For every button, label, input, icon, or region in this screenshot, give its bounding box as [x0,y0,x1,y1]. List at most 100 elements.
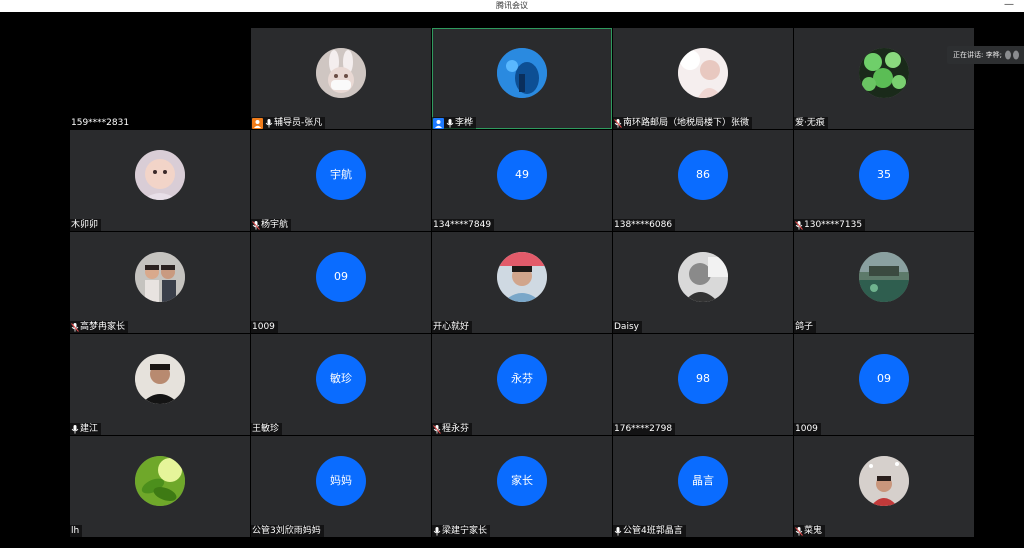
participant-tile[interactable]: 开心就好 [432,232,612,333]
participant-tile[interactable]: 家长 梁建宁家长 [432,436,612,537]
participant-name: 辅导员-张凡 [274,118,323,128]
participant-name: Daisy [614,322,639,332]
bw-portrait-photo [678,252,728,302]
girl-light-photo [678,48,728,98]
microphone-icon [433,526,441,536]
participant-name: 李桦 [455,118,474,128]
participant-tile[interactable]: 高梦冉家长 [70,232,250,333]
text-avatar: 09 [316,252,366,302]
participant-tile[interactable]: 永芬 程永芬 [432,334,612,435]
nameplate: 138****6086 [613,219,676,231]
participant-tile[interactable]: 98 176****2798 [613,334,793,435]
avatar [678,48,728,98]
participant-name: 138****6086 [614,220,673,230]
participant-name: 梁建宁家长 [442,526,488,536]
microphone-muted-icon [252,220,260,230]
text-avatar: 35 [859,150,909,200]
nameplate: 134****7849 [432,219,495,231]
participant-name: 建江 [80,424,99,434]
man-photo [497,252,547,302]
participant-tile[interactable]: 菜鬼 [794,436,974,537]
baby-photo [135,150,185,200]
participant-tile[interactable]: 宇航杨宇航 [251,130,431,231]
participant-tile[interactable]: 爱·无痕 [794,28,974,129]
participant-tile[interactable]: 建江 [70,334,250,435]
speaking-indicator: 正在讲话: 李桦; [947,46,1024,64]
participant-tile[interactable]: 木卯卯 [70,130,250,231]
sound-wave-icon [1005,50,1019,60]
tea-leaves-photo [135,456,185,506]
participant-name: 公管4班郭晶言 [623,526,683,536]
nameplate: 鸽子 [794,321,817,333]
avatar [135,150,185,200]
text-avatar: 98 [678,354,728,404]
participant-name: 南环路邮局（地税局楼下）张微 [623,118,750,128]
window-title: 腾讯会议 [496,1,528,10]
microphone-muted-icon [795,526,803,536]
participant-tile[interactable]: 妈妈 公管3刘欣雨妈妈 [251,436,431,537]
microphone-icon [446,118,454,128]
participant-name: 159****2831 [71,118,130,128]
nameplate: 1009 [794,423,821,435]
speaking-label: 正在讲话: 李桦; [953,51,1002,59]
nameplate: 爱·无痕 [794,117,828,129]
participant-name: 王敏珍 [252,424,280,434]
nameplate: 公管3刘欣雨妈妈 [251,525,324,537]
nameplate: 辅导员-张凡 [251,117,326,129]
nameplate: 公管4班郭晶言 [613,525,686,537]
participant-name: lh [71,526,80,536]
participant-tile[interactable]: 49 134****7849 [432,130,612,231]
host-badge-icon [433,117,444,129]
participant-tile[interactable]: 鸽子 [794,232,974,333]
microphone-icon [71,424,79,434]
text-avatar: 宇航 [316,150,366,200]
nameplate: 176****2798 [613,423,676,435]
participant-name: 菜鬼 [804,526,823,536]
participant-name: 公管3刘欣雨妈妈 [252,526,321,536]
nameplate: 1009 [251,321,278,333]
text-avatar: 09 [859,354,909,404]
avatar [497,252,547,302]
woman-snow-photo [859,456,909,506]
participant-tile[interactable]: 159****2831 [70,28,250,129]
assistant-badge-icon [252,117,263,129]
participant-tile[interactable]: 敏珍 王敏珍 [251,334,431,435]
participant-name: 木卯卯 [71,220,99,230]
microphone-muted-icon [433,424,441,434]
participant-tile[interactable]: lh [70,436,250,537]
microphone-icon [265,118,273,128]
participant-name: 1009 [252,322,275,332]
participant-name: 134****7849 [433,220,492,230]
nameplate: 菜鬼 [794,525,826,537]
nameplate: lh [70,525,83,537]
nameplate: 高梦冉家长 [70,321,129,333]
participant-tile[interactable]: 09 1009 [794,334,974,435]
pond-photo [859,252,909,302]
man-selfie-photo [135,354,185,404]
participant-tile[interactable]: 35 130****7135 [794,130,974,231]
participant-tile[interactable]: Daisy [613,232,793,333]
participant-tile[interactable]: 南环路邮局（地税局楼下）张微 [613,28,793,129]
microphone-icon [614,526,622,536]
participant-tile[interactable]: 李桦 [432,28,612,129]
microphone-muted-icon [614,118,622,128]
participant-name: 杨宇航 [261,220,289,230]
nameplate: 130****7135 [794,219,866,231]
nameplate: 杨宇航 [251,219,292,231]
participant-tile[interactable]: 09 1009 [251,232,431,333]
nameplate: 李桦 [432,117,477,129]
minimize-button[interactable]: — [1002,0,1016,12]
lilypad-photo [859,48,909,98]
family-photo [135,252,185,302]
text-avatar: 86 [678,150,728,200]
avatar [859,48,909,98]
nameplate: Daisy [613,321,642,333]
participant-tile[interactable]: 辅导员-张凡 [251,28,431,129]
title-bar: 腾讯会议 — [0,0,1024,12]
participant-name: 130****7135 [804,220,863,230]
nameplate: 王敏珍 [251,423,283,435]
participant-tile[interactable]: 86 138****6086 [613,130,793,231]
nameplate: 梁建宁家长 [432,525,491,537]
participant-tile[interactable]: 晶言 公管4班郭晶言 [613,436,793,537]
participant-name: 程永芬 [442,424,470,434]
